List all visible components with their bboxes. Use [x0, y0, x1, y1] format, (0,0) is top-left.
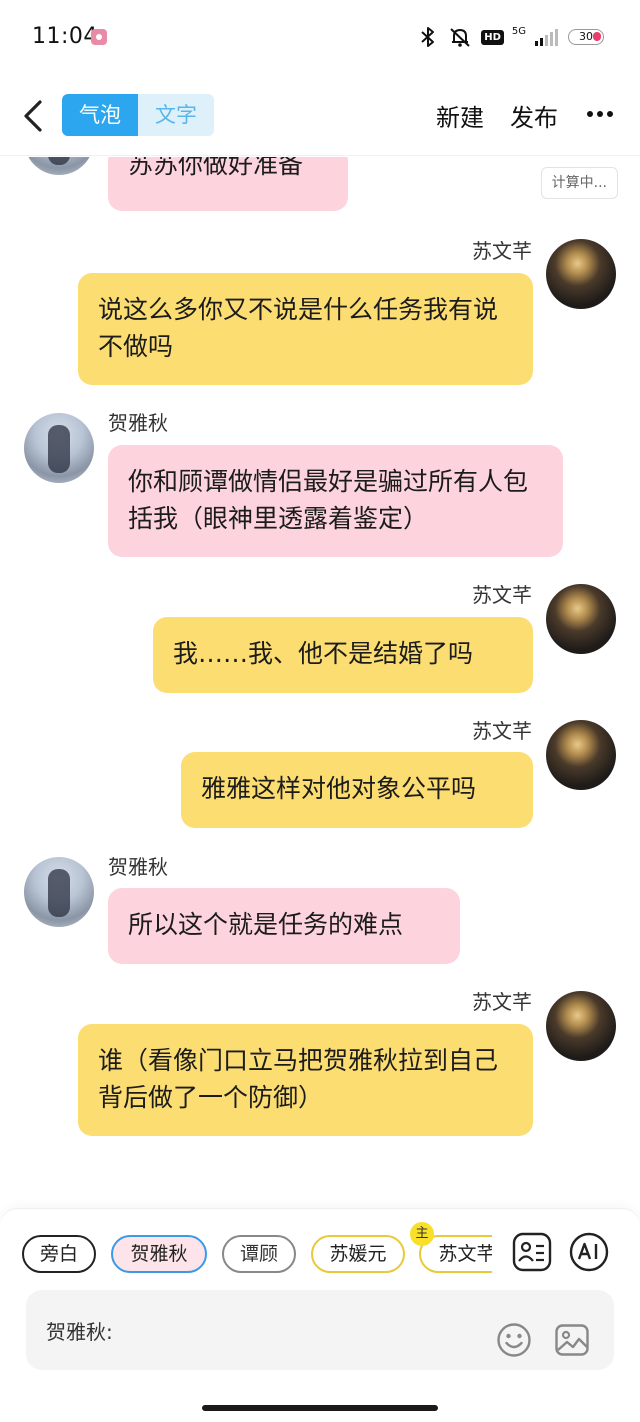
battery-level: 30 [579, 30, 593, 43]
network-type: 5G [511, 25, 526, 37]
speaker-name: 苏文芊 [472, 990, 532, 1014]
emoji-icon[interactable] [496, 1322, 532, 1358]
message-bubble[interactable]: 你和顾谭做情侣最好是骗过所有人包括我（眼神里透露着鉴定） [108, 445, 563, 557]
ai-icon[interactable] [569, 1232, 609, 1272]
status-bar: 11:04 HD 5G 30 [0, 0, 640, 76]
message-bubble[interactable]: 所以这个就是任务的难点 [108, 888, 460, 964]
speaker-name: 贺雅秋 [108, 855, 168, 879]
speaker-name: 苏文芊 [472, 239, 532, 263]
message-bubble[interactable]: 雅雅这样对他对象公平吗 [181, 752, 533, 828]
home-indicator [202, 1405, 438, 1411]
avatar-suwenqian[interactable] [546, 720, 616, 790]
speaker-name: 贺雅秋 [108, 411, 168, 435]
battery-indicator: 30 [568, 29, 604, 45]
computing-tag: 计算中... [540, 167, 618, 199]
tab-text[interactable]: 文字 [138, 94, 214, 136]
input-speaker-label: 贺雅秋: [46, 1320, 113, 1344]
host-badge: 主 [410, 1222, 434, 1246]
status-icons: HD 5G 30 [417, 24, 604, 50]
bluetooth-icon [421, 27, 435, 47]
tab-bubble[interactable]: 气泡 [62, 94, 138, 136]
message-bubble[interactable]: 苏苏你做好准备 [108, 157, 348, 211]
message-input[interactable]: 贺雅秋: [26, 1290, 614, 1370]
character-chip-suyuanyuan[interactable]: 苏媛元 [311, 1235, 405, 1273]
mute-bell-icon [450, 28, 470, 47]
status-time: 11:04 [32, 24, 98, 49]
back-arrow-icon[interactable] [18, 96, 50, 136]
publish-button[interactable]: 发布 [510, 98, 558, 133]
message-bubble[interactable]: 我……我、他不是结婚了吗 [153, 617, 533, 693]
avatar-suwenqian[interactable] [546, 991, 616, 1061]
chat-area[interactable]: 苏苏你做好准备 计算中... 苏文芊 说这么多你又不说是什么任务我有说不做吗 贺… [0, 157, 640, 1207]
avatar-suwenqian[interactable] [546, 584, 616, 654]
character-manage-icon[interactable] [512, 1232, 552, 1272]
app-notification-icon [91, 29, 107, 45]
mode-segmented-control: 气泡 文字 [62, 94, 214, 136]
avatar-suwenqian[interactable] [546, 239, 616, 309]
new-button[interactable]: 新建 [436, 98, 484, 133]
character-chip-heyaqiu[interactable]: 贺雅秋 [111, 1235, 207, 1273]
message-bubble[interactable]: 说这么多你又不说是什么任务我有说不做吗 [78, 273, 533, 385]
image-icon[interactable] [554, 1322, 590, 1358]
signal-icon [535, 29, 558, 46]
speaker-name: 苏文芊 [472, 583, 532, 607]
avatar-heyaqiu[interactable] [24, 413, 94, 483]
more-options-icon[interactable] [586, 100, 614, 128]
hd-badge: HD [481, 29, 504, 45]
character-chip-narrator[interactable]: 旁白 [22, 1235, 96, 1273]
top-bar: 气泡 文字 新建 发布 [0, 76, 640, 156]
speaker-name: 苏文芊 [472, 719, 532, 743]
message-bubble[interactable]: 谁（看像门口立马把贺雅秋拉到自己背后做了一个防御） [78, 1024, 533, 1136]
avatar-heyaqiu[interactable] [24, 157, 94, 175]
character-chip-tangu[interactable]: 谭顾 [222, 1235, 296, 1273]
avatar-heyaqiu[interactable] [24, 857, 94, 927]
